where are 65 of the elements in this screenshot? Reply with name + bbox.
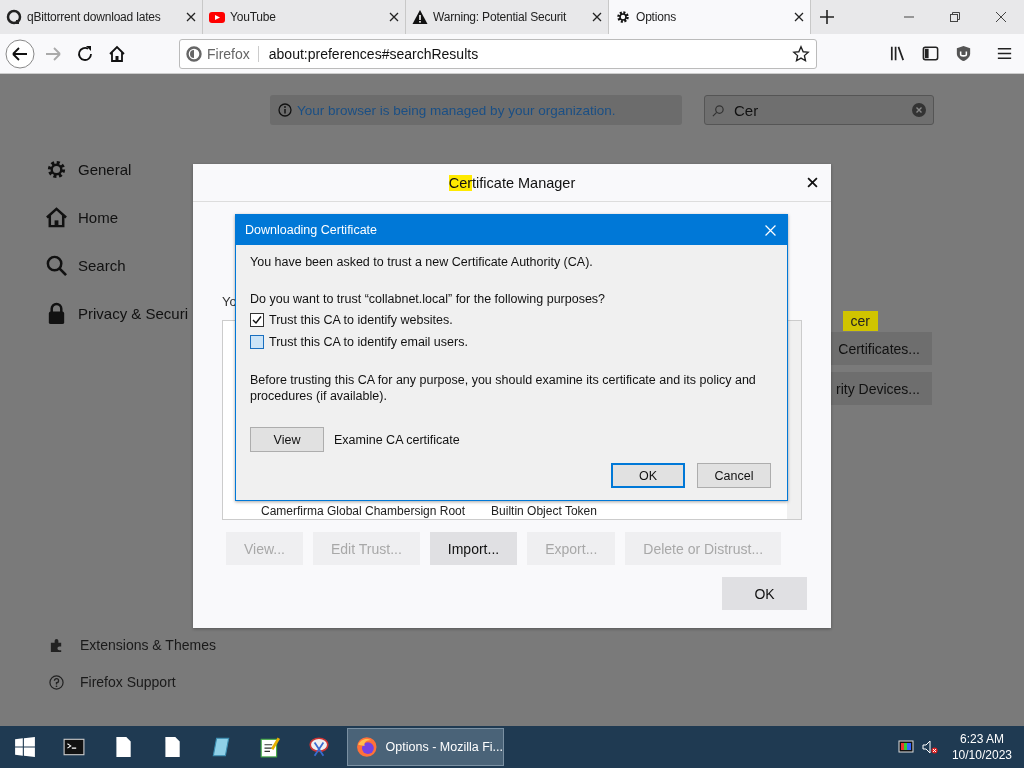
info-icon (278, 103, 292, 117)
settings-icon (615, 9, 631, 25)
warning-icon (412, 9, 428, 25)
sidebar-link[interactable]: Extensions & Themes (45, 637, 240, 653)
address-bar[interactable]: Firefox about:preferences#searchResults (179, 38, 817, 69)
close-icon[interactable] (389, 12, 399, 22)
ok-button[interactable]: OK (611, 463, 685, 488)
search-icon (45, 253, 68, 277)
page-button[interactable]: Certificates... (830, 332, 932, 365)
sidebar-item[interactable]: Home (45, 205, 240, 229)
firefox-icon (186, 45, 202, 62)
search-field[interactable]: Cer (704, 95, 934, 125)
checkbox[interactable] (250, 335, 264, 349)
firefox-icon (356, 736, 378, 758)
back-icon[interactable] (5, 38, 35, 69)
help-icon (49, 674, 64, 690)
checkbox[interactable] (250, 313, 264, 327)
browser-tab[interactable]: Options (609, 0, 811, 34)
shield-icon[interactable] (954, 44, 973, 63)
managed-banner: Your browser is being managed by your organization. (270, 95, 682, 125)
home-icon (45, 205, 68, 229)
ok-button[interactable]: OK (722, 577, 807, 610)
library-icon[interactable] (888, 44, 907, 63)
cancel-button[interactable]: Cancel (697, 463, 771, 488)
terminal-icon[interactable] (63, 736, 85, 758)
sidebar-link[interactable]: Firefox Support (45, 674, 240, 690)
note-text: Before trusting this CA for any purpose, you should examine its certificate and its policy and procedures (if available). (250, 372, 757, 404)
display-icon[interactable] (897, 739, 914, 755)
restore-icon[interactable] (950, 12, 960, 22)
match-highlight: cer (842, 311, 878, 331)
checkbox-label[interactable]: Trust this CA to identify email users. (269, 335, 468, 349)
close-icon[interactable] (807, 177, 818, 188)
home-icon[interactable] (107, 43, 127, 64)
table-cell: Camerfirma Global Chambersign Root (261, 504, 466, 518)
sidebar-icon[interactable] (921, 44, 940, 63)
snipping-icon[interactable] (308, 736, 330, 758)
question-text: Do you want to trust “collabnet.local” for the following purposes? (250, 292, 607, 306)
star-icon[interactable] (792, 44, 810, 63)
dialog-button[interactable]: Import... (429, 532, 518, 565)
sidebar-item[interactable]: General (45, 157, 240, 181)
clock[interactable]: 6:23 AM 10/10/2023 (951, 731, 1012, 763)
muted-speaker-icon[interactable] (921, 739, 938, 755)
close-icon[interactable] (996, 12, 1006, 22)
close-icon[interactable] (592, 12, 602, 22)
close-icon[interactable] (794, 12, 804, 22)
notepad-icon[interactable] (210, 736, 232, 758)
search-icon (712, 103, 725, 117)
view-button[interactable]: View (250, 427, 324, 452)
play-icon (209, 9, 225, 25)
dialog-title: Downloading Certificate (245, 223, 378, 237)
page-button[interactable]: rity Devices... (828, 372, 932, 405)
new-tab-icon[interactable] (820, 10, 834, 24)
editor-icon[interactable] (259, 736, 281, 758)
reload-icon[interactable] (75, 43, 95, 64)
table-cell: Builtin Object Token (491, 504, 597, 518)
checkbox-label[interactable]: Trust this CA to identify websites. (269, 313, 453, 327)
close-icon[interactable] (186, 12, 196, 22)
view-label: Examine CA certificate (334, 432, 460, 447)
circle-icon (6, 9, 22, 25)
taskbar-app[interactable]: Options - Mozilla Fi... (347, 728, 504, 766)
puzzle-icon (49, 637, 64, 653)
sidebar-item[interactable]: Search (45, 253, 240, 277)
intro-text: You have been asked to trust a new Certificate Authority (CA). (250, 255, 594, 269)
clear-icon[interactable] (912, 103, 926, 117)
start-icon[interactable] (14, 736, 36, 758)
